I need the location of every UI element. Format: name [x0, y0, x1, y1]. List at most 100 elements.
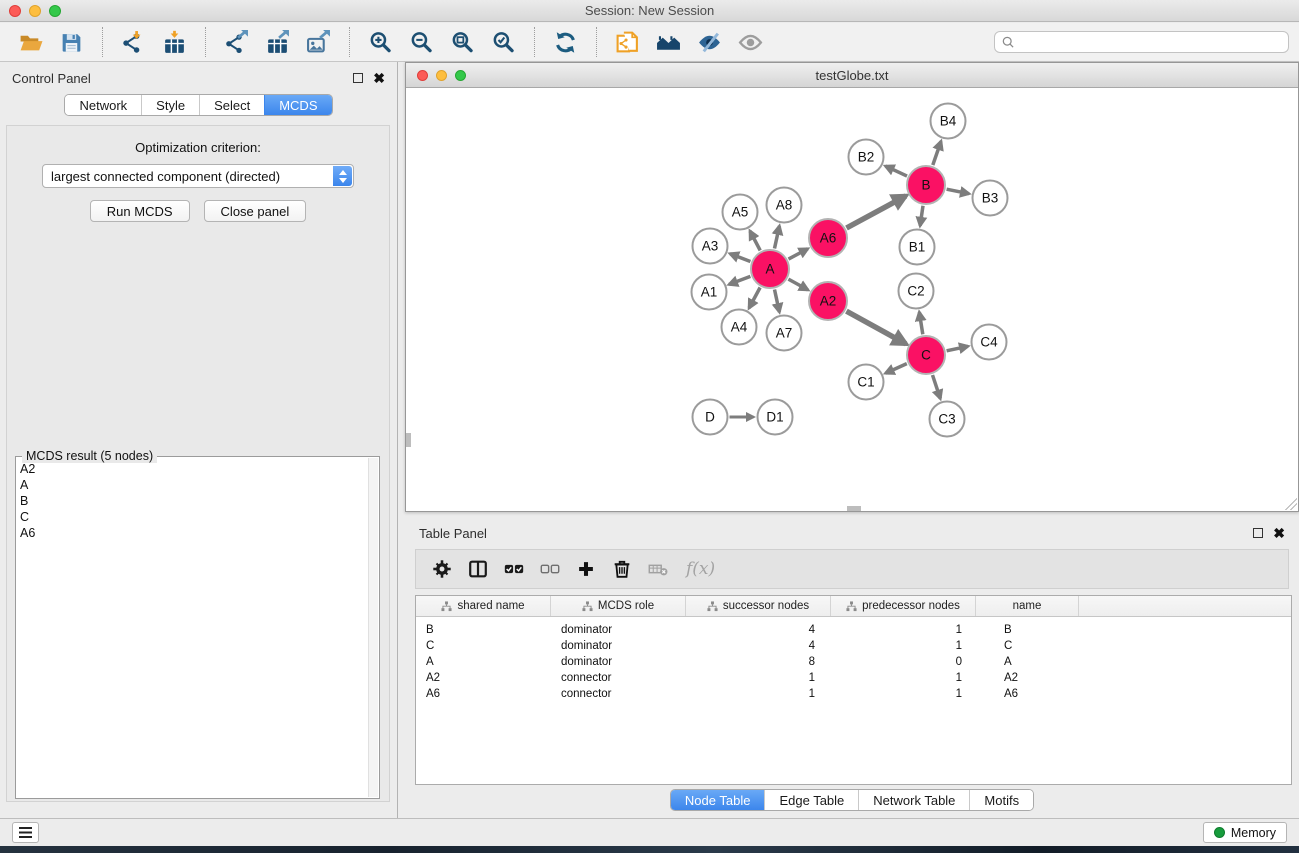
export-network-button[interactable] [223, 29, 250, 56]
edge-A-A7[interactable] [775, 290, 780, 313]
mcds-result-list[interactable]: A2ABCA6 [20, 461, 367, 794]
graph-node-A2[interactable]: A2 [809, 282, 847, 320]
graph-node-A3[interactable]: A3 [693, 229, 728, 264]
column-header-mcds-role[interactable]: MCDS role [551, 596, 686, 616]
edge-A-A8[interactable] [775, 226, 780, 249]
hide-selected-button[interactable] [696, 29, 723, 56]
graph-node-A6[interactable]: A6 [809, 219, 847, 257]
graph-node-B1[interactable]: B1 [900, 230, 935, 265]
table-tab-motifs[interactable]: Motifs [969, 790, 1033, 810]
memory-button[interactable]: Memory [1203, 822, 1287, 843]
edge-A-A3[interactable] [730, 254, 750, 262]
table-tab-network-table[interactable]: Network Table [858, 790, 969, 810]
edge-C-C2[interactable] [919, 312, 923, 334]
edge-C-C3[interactable] [933, 375, 941, 399]
network-canvas[interactable]: B4 B2 B B3 A8 A5 A6 A3 B1 A A1 C2 A2 A4 A7 C4 C C1 C3 D D1 [406, 88, 1298, 511]
close-panel-button[interactable]: Close panel [204, 200, 307, 222]
result-scrollbar[interactable] [368, 458, 378, 797]
edge-A-A6[interactable] [789, 249, 808, 259]
show-all-button[interactable] [737, 29, 764, 56]
network-window-titlebar[interactable]: testGlobe.txt [406, 63, 1298, 88]
column-header-predecessor-nodes[interactable]: predecessor nodes [831, 596, 976, 616]
zoom-selected-button[interactable] [490, 29, 517, 56]
graph-node-C2[interactable]: C2 [899, 274, 934, 309]
tab-mcds[interactable]: MCDS [264, 95, 331, 115]
delete-entry-button[interactable] [607, 554, 637, 584]
graph-node-B3[interactable]: B3 [973, 181, 1008, 216]
save-session-button[interactable] [58, 29, 85, 56]
edge-B-B4[interactable] [933, 141, 941, 165]
export-image-button[interactable] [305, 29, 332, 56]
graph-node-A[interactable]: A [751, 250, 789, 288]
zoom-in-button[interactable] [367, 29, 394, 56]
edge-A6-B[interactable] [847, 196, 906, 228]
tab-select[interactable]: Select [199, 95, 264, 115]
graph-node-B4[interactable]: B4 [931, 104, 966, 139]
search-input[interactable] [994, 31, 1289, 53]
graph-node-D[interactable]: D [693, 400, 728, 435]
open-session-button[interactable] [17, 29, 44, 56]
horizontal-scroll-thumb[interactable] [847, 506, 861, 511]
close-panel-icon[interactable]: ✖ [373, 73, 385, 83]
run-mcds-button[interactable]: Run MCDS [90, 200, 190, 222]
column-header-shared-name[interactable]: shared name [416, 596, 551, 616]
resize-grip-icon[interactable] [1284, 497, 1297, 510]
tab-network[interactable]: Network [65, 95, 141, 115]
deselect-all-button[interactable] [535, 554, 565, 584]
vertical-scroll-thumb[interactable] [406, 433, 411, 447]
column-header-successor-nodes[interactable]: successor nodes [686, 596, 831, 616]
add-entry-button[interactable] [571, 554, 601, 584]
table-cell: C [416, 640, 551, 652]
import-network-button[interactable] [120, 29, 147, 56]
column-header-name[interactable]: name [976, 596, 1079, 616]
graph-node-C[interactable]: C [907, 336, 945, 374]
graph-node-A7[interactable]: A7 [767, 316, 802, 351]
settings-gear-button[interactable] [427, 554, 457, 584]
graph-node-C4[interactable]: C4 [972, 325, 1007, 360]
duplicate-network-button[interactable] [614, 29, 641, 56]
table-close-panel-icon[interactable]: ✖ [1273, 528, 1285, 538]
edge-C-C1[interactable] [886, 364, 907, 374]
table-row[interactable]: A2connector11A2 [416, 670, 1291, 686]
delete-table-button[interactable] [643, 554, 673, 584]
table-cell: 1 [831, 624, 976, 636]
edge-A-A4[interactable] [749, 288, 760, 309]
graph-node-B2[interactable]: B2 [849, 140, 884, 175]
table-tab-edge-table[interactable]: Edge Table [764, 790, 858, 810]
graph-node-D1[interactable]: D1 [758, 400, 793, 435]
graph-node-A4[interactable]: A4 [722, 310, 757, 345]
graph-node-C3[interactable]: C3 [930, 402, 965, 437]
graph-node-A5[interactable]: A5 [723, 195, 758, 230]
table-row[interactable]: Bdominator41B [416, 622, 1291, 638]
table-row[interactable]: Cdominator41C [416, 638, 1291, 654]
edge-B-B2[interactable] [886, 166, 908, 176]
refresh-button[interactable] [552, 29, 579, 56]
select-all-button[interactable] [499, 554, 529, 584]
first-neighbors-button[interactable] [655, 29, 682, 56]
edge-A-A2[interactable] [788, 279, 808, 290]
graph-node-B[interactable]: B [907, 166, 945, 204]
function-builder-button[interactable]: f(x) [686, 559, 715, 579]
edge-B-B1[interactable] [920, 206, 923, 226]
import-table-button[interactable] [161, 29, 188, 56]
edge-A2-C[interactable] [846, 311, 906, 344]
tab-style[interactable]: Style [141, 95, 199, 115]
export-table-button[interactable] [264, 29, 291, 56]
optimization-criterion-dropdown[interactable]: largest connected component (directed) [42, 164, 354, 188]
graph-node-A1[interactable]: A1 [692, 275, 727, 310]
table-tab-node-table[interactable]: Node Table [671, 790, 765, 810]
graph-node-C1[interactable]: C1 [849, 365, 884, 400]
zoom-out-button[interactable] [408, 29, 435, 56]
table-float-panel-icon[interactable] [1253, 528, 1263, 538]
edge-B-B3[interactable] [947, 189, 969, 194]
edge-A-A1[interactable] [729, 276, 750, 284]
table-row[interactable]: Adominator80A [416, 654, 1291, 670]
graph-node-A8[interactable]: A8 [767, 188, 802, 223]
edge-C-C4[interactable] [947, 346, 968, 351]
edge-A-A5[interactable] [750, 231, 760, 250]
float-panel-icon[interactable] [353, 73, 363, 83]
zoom-fit-button[interactable] [449, 29, 476, 56]
show-panels-button[interactable] [12, 822, 39, 843]
table-row[interactable]: A6connector11A6 [416, 686, 1291, 702]
split-view-button[interactable] [463, 554, 493, 584]
